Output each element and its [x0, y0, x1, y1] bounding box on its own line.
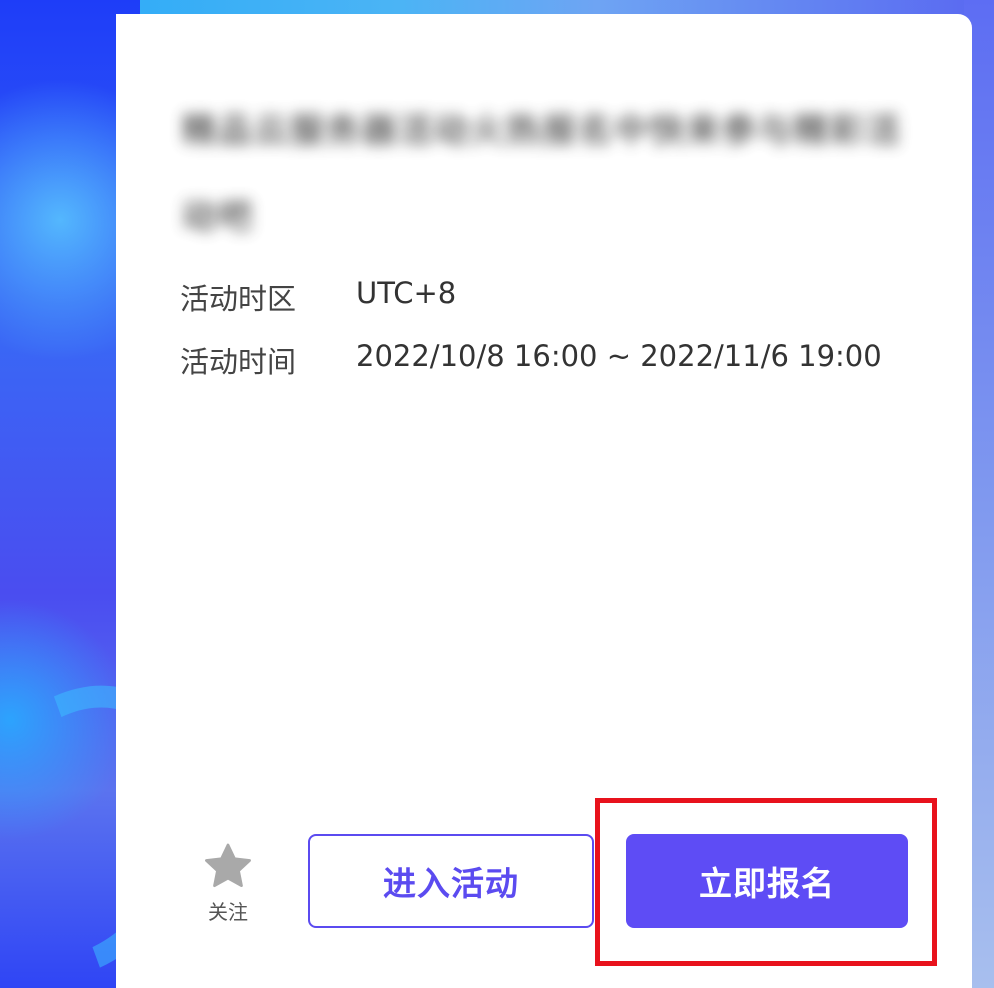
- timezone-label: 活动时区: [180, 282, 297, 316]
- enter-activity-button[interactable]: 进入活动: [308, 834, 594, 928]
- page-viewport: 精品云服务器活动火热报名中快来参与精彩活动吧 活动时区 UTC+8 活动时间 2…: [0, 0, 994, 988]
- follow-button[interactable]: 关注: [198, 840, 258, 925]
- info-row-time: 活动时间 2022/10/8 16:00 ~ 2022/11/6 19:00: [180, 339, 882, 381]
- info-row-timezone: 活动时区 UTC+8: [180, 276, 456, 318]
- time-value: 2022/10/8 16:00 ~ 2022/11/6 19:00: [356, 339, 882, 373]
- time-label: 活动时间: [180, 345, 297, 379]
- star-icon: [205, 843, 251, 888]
- timezone-value: UTC+8: [356, 276, 457, 310]
- event-card: 精品云服务器活动火热报名中快来参与精彩活动吧 活动时区 UTC+8 活动时间 2…: [116, 14, 972, 988]
- signup-now-button[interactable]: 立即报名: [626, 834, 908, 928]
- event-title-blurred: 精品云服务器活动火热报名中快来参与精彩活动吧: [182, 111, 902, 237]
- follow-label: 关注: [208, 900, 248, 924]
